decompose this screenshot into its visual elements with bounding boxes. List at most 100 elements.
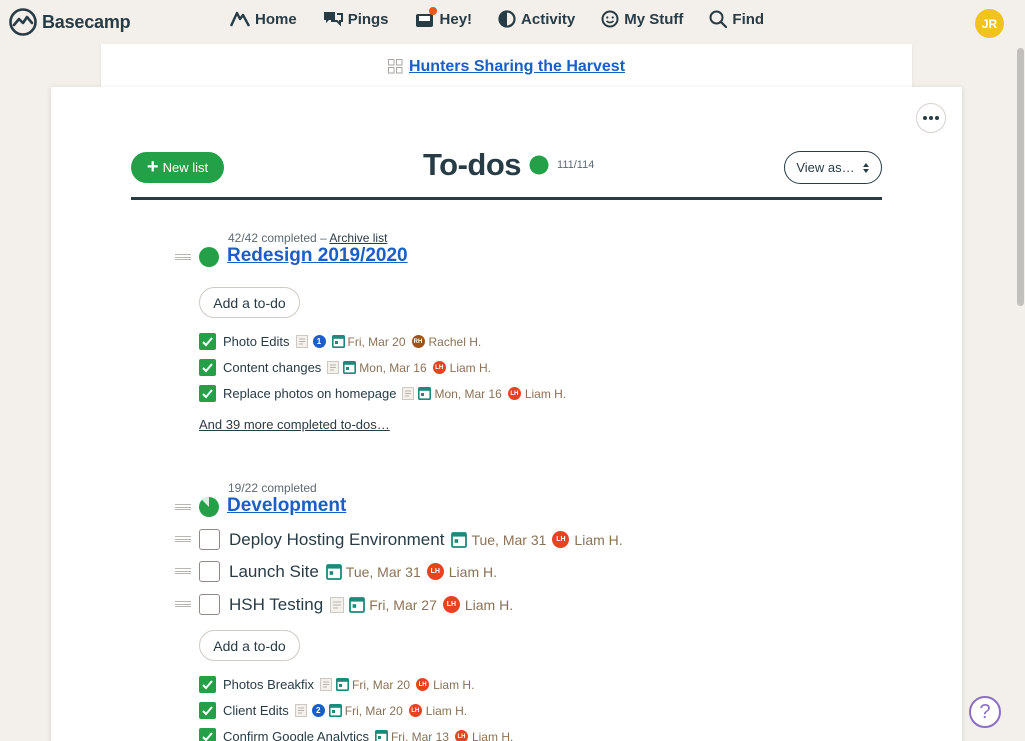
due-date: Fri, Mar 13	[390, 729, 449, 741]
user-avatar[interactable]: JR	[975, 9, 1004, 38]
assignee-name[interactable]: Liam H.	[574, 532, 622, 548]
help-button[interactable]: ?	[969, 696, 1001, 728]
todo-title[interactable]: Photo Edits	[223, 334, 290, 349]
notification-dot	[428, 7, 437, 15]
sort-arrows-icon	[862, 162, 869, 173]
nav-pings-label: Pings	[347, 10, 389, 28]
list-progress-pie-icon	[199, 497, 219, 517]
nav-home-label: Home	[255, 10, 297, 28]
todo-item: Replace photos on homepage Mon, Mar 16 L…	[199, 385, 566, 402]
completed-checkbox[interactable]	[199, 359, 216, 376]
new-list-button[interactable]: + New list	[131, 152, 224, 183]
assignee-name[interactable]: Liam H.	[450, 361, 491, 375]
todo-item: HSH Testing Fri, Mar 27 LH Liam H.	[199, 594, 513, 615]
nav-hey[interactable]: Hey!	[415, 7, 473, 28]
scrollbar-thumb[interactable]	[1017, 48, 1024, 306]
nav-home[interactable]: Home	[230, 10, 297, 28]
nav-pings[interactable]: Pings	[323, 10, 389, 28]
dot-icon	[935, 116, 939, 120]
calendar-icon	[349, 596, 366, 613]
assignee-avatar: LH	[507, 387, 521, 400]
dot-icon	[923, 116, 927, 120]
calendar-icon	[331, 335, 345, 348]
todo-title[interactable]: Confirm Google Analytics	[223, 729, 369, 741]
nav-my-stuff-label: My Stuff	[624, 10, 684, 28]
list-title-redesign[interactable]: Redesign 2019/2020	[227, 245, 408, 267]
assignee-avatar: LH	[552, 531, 570, 548]
drag-handle-icon[interactable]	[175, 568, 191, 574]
assignee-name[interactable]: Liam H.	[433, 678, 474, 692]
completed-checkbox[interactable]	[199, 676, 216, 693]
due-date: Fri, Mar 20	[344, 703, 403, 718]
assignee-avatar: LH	[454, 730, 468, 741]
completed-checkbox[interactable]	[199, 333, 216, 350]
todo-title[interactable]: Content changes	[223, 360, 321, 375]
main-nav: Home Pings Hey! Activity My Stuff Find	[230, 7, 764, 28]
notes-icon	[327, 361, 340, 374]
completed-checkbox[interactable]	[199, 728, 216, 741]
archive-list-link[interactable]: Archive list	[329, 231, 387, 245]
nav-hey-label: Hey!	[439, 10, 473, 28]
my-stuff-icon	[601, 10, 619, 28]
nav-find[interactable]: Find	[709, 10, 764, 28]
drag-handle-icon[interactable]	[175, 504, 191, 510]
todo-checkbox[interactable]	[199, 529, 220, 550]
assignee-avatar: LH	[426, 563, 444, 580]
notes-icon	[294, 704, 307, 717]
completed-checkbox[interactable]	[199, 385, 216, 402]
calendar-icon	[328, 704, 342, 717]
todo-checkbox[interactable]	[199, 594, 220, 615]
assignee-name[interactable]: Liam H.	[472, 730, 513, 741]
due-date: Fri, Mar 27	[369, 596, 437, 613]
assignee-avatar: LH	[442, 596, 460, 613]
home-icon	[230, 11, 250, 27]
notes-icon	[330, 596, 345, 613]
assignee-name[interactable]: Liam H.	[525, 387, 566, 401]
todo-title[interactable]: Replace photos on homepage	[223, 386, 396, 401]
drag-handle-icon[interactable]	[175, 601, 191, 607]
checkmark-icon	[202, 362, 213, 372]
project-link[interactable]: Hunters Sharing the Harvest	[409, 58, 625, 76]
nav-activity[interactable]: Activity	[498, 10, 575, 28]
view-as-select[interactable]: View as…	[784, 151, 882, 184]
calendar-icon	[418, 387, 432, 400]
basecamp-logo[interactable]: Basecamp	[9, 8, 131, 36]
todo-item: Photo Edits 1 Fri, Mar 20 RH Rachel H.	[199, 333, 481, 350]
drag-handle-icon[interactable]	[175, 254, 191, 260]
completed-checkbox[interactable]	[199, 702, 216, 719]
title-divider	[131, 197, 882, 200]
todo-title[interactable]: Launch Site	[229, 562, 319, 582]
more-options-button[interactable]	[916, 103, 946, 133]
todo-title[interactable]: Deploy Hosting Environment	[229, 530, 444, 550]
checkmark-icon	[202, 336, 213, 346]
add-todo-button[interactable]: Add a to-do	[199, 630, 300, 661]
assignee-name[interactable]: Liam H.	[465, 597, 513, 613]
due-date: Fri, Mar 20	[347, 334, 406, 349]
page-scrollbar[interactable]	[1016, 46, 1025, 741]
more-completed-link[interactable]: And 39 more completed to-dos…	[199, 417, 390, 432]
todo-title[interactable]: Client Edits	[223, 703, 289, 718]
add-todo-button[interactable]: Add a to-do	[199, 287, 300, 318]
drag-handle-icon[interactable]	[175, 536, 191, 542]
list-title-development[interactable]: Development	[227, 495, 346, 517]
new-list-label: New list	[162, 160, 209, 175]
progress-count: 111/114	[557, 159, 595, 171]
assignee-name[interactable]: Liam H.	[426, 704, 467, 718]
nav-my-stuff[interactable]: My Stuff	[601, 10, 683, 28]
todo-title[interactable]: Photos Breakfix	[223, 677, 314, 692]
view-as-label: View as…	[796, 160, 855, 175]
assignee-avatar: LH	[408, 704, 422, 717]
assignee-name[interactable]: Liam H.	[449, 564, 497, 580]
due-date: Tue, Mar 31	[345, 563, 421, 580]
basecamp-logo-icon	[9, 8, 37, 36]
checkmark-icon	[202, 705, 213, 715]
todo-item: Content changes Mon, Mar 16 LH Liam H.	[199, 359, 491, 376]
plus-icon: +	[146, 155, 159, 178]
assignee-name[interactable]: Rachel H.	[429, 335, 482, 349]
dot-icon	[929, 116, 933, 120]
top-navigation: Basecamp Home Pings Hey! Activity My Stu…	[0, 0, 1025, 46]
activity-icon	[498, 10, 516, 28]
todo-checkbox[interactable]	[199, 561, 220, 582]
todo-title[interactable]: HSH Testing	[229, 595, 323, 615]
checkmark-icon	[202, 731, 213, 741]
